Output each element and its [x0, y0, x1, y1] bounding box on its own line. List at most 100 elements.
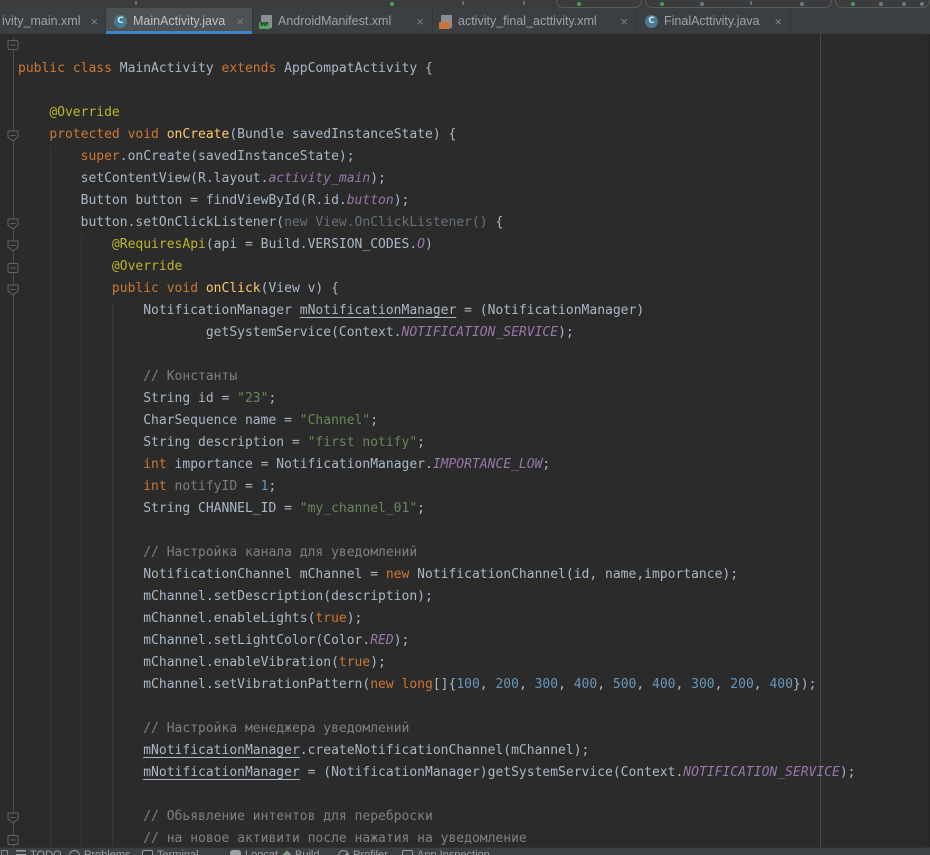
- tool-window-icon[interactable]: [1, 850, 8, 855]
- fold-marker-icon[interactable]: [7, 261, 19, 273]
- status-dot: [920, 2, 924, 6]
- fold-marker-icon[interactable]: [7, 38, 19, 50]
- code-line: // Настройка менеджера уведомлений: [18, 718, 856, 740]
- editor-tab-bar: ivity_main.xml×CMainActivity.java×MFAndr…: [0, 8, 930, 34]
- close-icon[interactable]: ×: [616, 15, 628, 28]
- tool-window-label: Build: [295, 849, 319, 855]
- code-line: NotificationManager mNotificationManager…: [18, 300, 856, 322]
- tab-label: activity_final_acttivity.xml: [458, 14, 597, 28]
- code-line: @RequiresApi(api = Build.VERSION_CODES.O…: [18, 234, 856, 256]
- code-line: button.setOnClickListener(new View.OnCli…: [18, 212, 856, 234]
- status-dot: [660, 2, 664, 6]
- status-dot: [577, 2, 581, 6]
- code-line: super.onCreate(savedInstanceState);: [18, 146, 856, 168]
- code-line: @Override: [18, 256, 856, 278]
- code-line: public class MainActivity extends AppCom…: [18, 58, 856, 80]
- code-line: String CHANNEL_ID = "my_channel_01";: [18, 498, 856, 520]
- fold-marker-icon[interactable]: [7, 129, 19, 141]
- tool-window-button-Logcat[interactable]: Logcat: [230, 849, 278, 855]
- code-line: String id = "23";: [18, 388, 856, 410]
- code-line: mNotificationManager = (NotificationMana…: [18, 762, 856, 784]
- close-icon[interactable]: ×: [232, 15, 244, 28]
- tab-MainActivity.java[interactable]: C MainActivity.java ×: [106, 8, 253, 34]
- todo-icon: [16, 850, 26, 855]
- code-line: mChannel.enableLights(true);: [18, 608, 856, 630]
- close-icon[interactable]: ×: [87, 15, 99, 28]
- tool-window-button-TODO[interactable]: TODO: [16, 849, 62, 855]
- fold-marker-icon[interactable]: [7, 239, 19, 251]
- java-class-icon: C: [114, 15, 127, 28]
- profiler-icon: [338, 850, 349, 855]
- tool-window-button-Profiler[interactable]: Profiler: [338, 849, 388, 855]
- tab-AndroidManifest.xml[interactable]: MFAndroidManifest.xml×: [253, 8, 433, 34]
- code-line: // Настройка канала для уведомлений: [18, 542, 856, 564]
- code-line: [18, 696, 856, 718]
- status-dot: [700, 2, 704, 6]
- status-dot: [851, 2, 855, 6]
- code-line: // Обьявление интентов для переброски: [18, 806, 856, 828]
- code-line: mChannel.setDescription(description);: [18, 586, 856, 608]
- code-line: int importance = NotificationManager.IMP…: [18, 454, 856, 476]
- status-dot: [800, 2, 804, 6]
- code-line: getSystemService(Context.NOTIFICATION_SE…: [18, 322, 856, 344]
- java-class-icon: C: [645, 15, 658, 28]
- tab-label: FinalActtivity.java: [664, 14, 760, 28]
- code-editor[interactable]: public class MainActivity extends AppCom…: [0, 34, 930, 847]
- tool-window-button-App Inspection[interactable]: App Inspection: [402, 849, 490, 855]
- code-line: protected void onCreate(Bundle savedInst…: [18, 124, 856, 146]
- gutter-separator: [13, 38, 14, 847]
- code-line: mNotificationManager.createNotificationC…: [18, 740, 856, 762]
- code-area[interactable]: public class MainActivity extends AppCom…: [18, 58, 856, 847]
- toolbar-tick: [750, 1, 752, 5]
- toolbar-tick: [523, 1, 525, 5]
- main-toolbar-strip: [0, 0, 930, 8]
- tool-window-button-Build[interactable]: Build: [283, 849, 319, 855]
- tab-ivity_main.xml[interactable]: ivity_main.xml ×: [0, 8, 106, 34]
- code-line: int notifyID = 1;: [18, 476, 856, 498]
- code-line: String description = "first notify";: [18, 432, 856, 454]
- fold-marker-icon[interactable]: [7, 811, 19, 823]
- build-icon: [281, 850, 292, 855]
- tab-activity_final_acttivity.xml[interactable]: activity_final_acttivity.xml ×: [433, 8, 637, 34]
- tab-FinalActtivity.java[interactable]: C FinalActtivity.java ×: [637, 8, 791, 34]
- tool-window-button-Problems[interactable]: Problems: [69, 849, 130, 855]
- code-line: // Константы: [18, 366, 856, 388]
- toolbar-tick: [462, 1, 464, 5]
- tool-window-bar: TODO Problems Terminal Logcat Build Profiler A…: [0, 847, 930, 855]
- close-icon[interactable]: ×: [412, 15, 424, 28]
- tool-window-label: App Inspection: [417, 849, 490, 855]
- run-config-button[interactable]: [556, 0, 642, 8]
- code-line: // на новое активити после нажатия на ув…: [18, 828, 856, 847]
- code-line: [18, 80, 856, 102]
- code-line: [18, 784, 856, 806]
- code-line: @Override: [18, 102, 856, 124]
- code-line: public void onClick(View v) {: [18, 278, 856, 300]
- tool-window-label: TODO: [30, 849, 62, 855]
- fold-marker-icon[interactable]: [7, 833, 19, 845]
- tab-label: ivity_main.xml: [2, 14, 81, 28]
- tool-window-label: Logcat: [245, 849, 278, 855]
- manifest-icon: MF: [261, 15, 272, 28]
- code-line: mChannel.setLightColor(Color.RED);: [18, 630, 856, 652]
- tab-label: MainActivity.java: [133, 14, 225, 28]
- fold-marker-icon[interactable]: [7, 217, 19, 229]
- status-dot: [902, 2, 906, 6]
- toolbar-tick: [135, 1, 137, 5]
- code-line: mChannel.enableVibration(true);: [18, 652, 856, 674]
- terminal-icon: [142, 850, 153, 855]
- close-icon[interactable]: ×: [770, 15, 782, 28]
- problems-icon: [69, 850, 80, 855]
- code-line: mChannel.setVibrationPattern(new long[]{…: [18, 674, 856, 696]
- tool-window-label: Terminal: [157, 849, 199, 855]
- fold-marker-icon[interactable]: [7, 283, 19, 295]
- code-line: setContentView(R.layout.activity_main);: [18, 168, 856, 190]
- tool-window-label: Problems: [84, 849, 130, 855]
- status-dot: [879, 2, 883, 6]
- code-line: Button button = findViewById(R.id.button…: [18, 190, 856, 212]
- layout-xml-icon: [441, 15, 452, 28]
- app-inspection-icon: [402, 850, 413, 855]
- code-line: CharSequence name = "Channel";: [18, 410, 856, 432]
- tool-window-label: Profiler: [353, 849, 388, 855]
- tool-window-button-Terminal[interactable]: Terminal: [142, 849, 199, 855]
- status-dot: [390, 2, 394, 6]
